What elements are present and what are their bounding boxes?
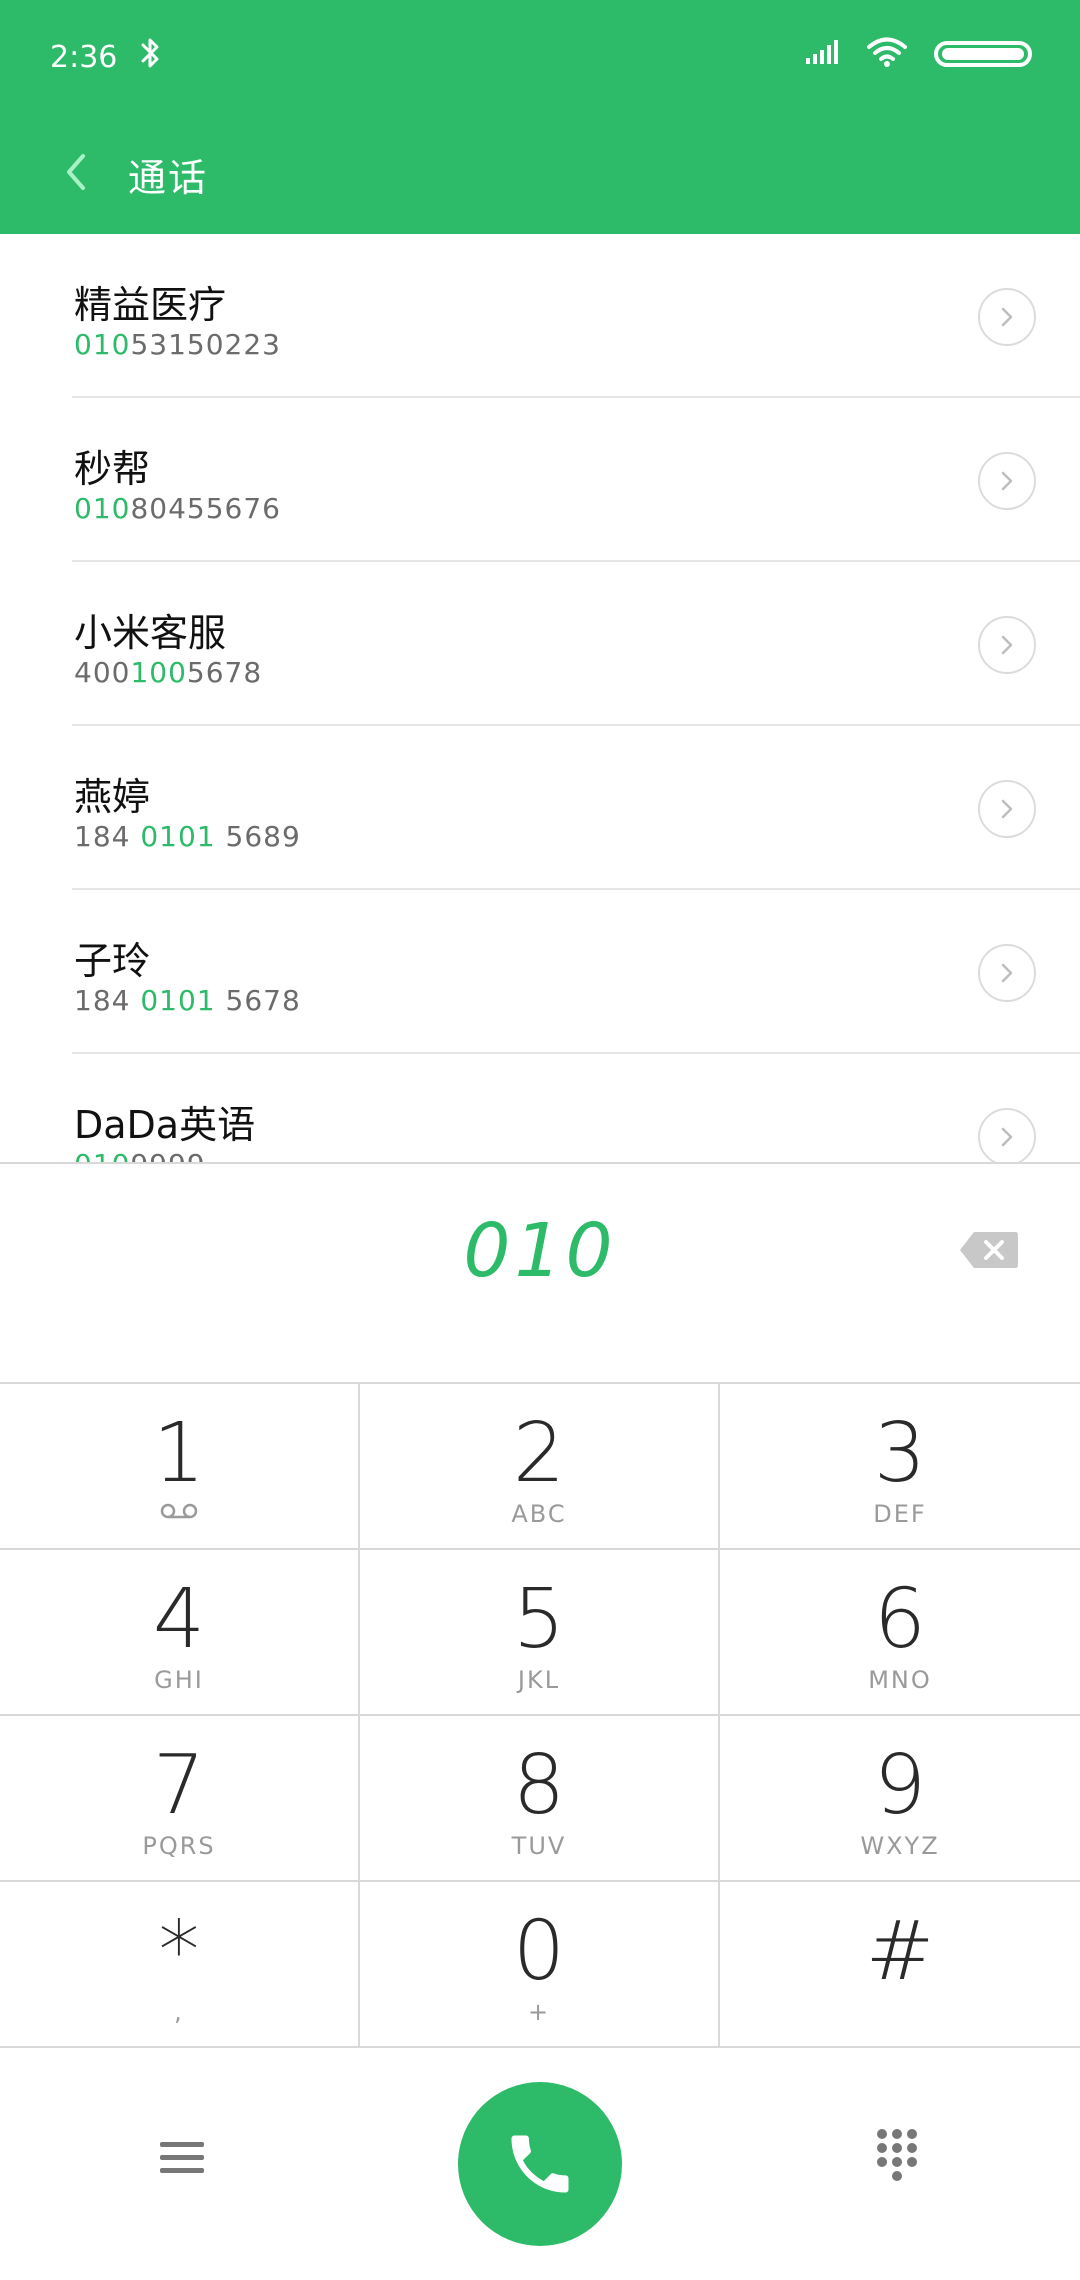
contact-number: 184 0101 5678	[74, 984, 301, 1017]
contact-row[interactable]: 秒帮 01080455676	[0, 398, 1080, 562]
contact-row[interactable]: 精益医疗 01053150223	[0, 234, 1080, 398]
contact-detail-button[interactable]	[978, 452, 1036, 510]
dialpad-icon	[877, 2129, 917, 2181]
back-chevron-icon	[63, 152, 89, 196]
key-digit: 6	[873, 1572, 927, 1667]
bluetooth-icon	[139, 36, 163, 78]
key-3[interactable]: 3 DEF	[720, 1384, 1080, 1550]
chevron-right-icon	[1001, 1127, 1013, 1147]
backspace-button[interactable]	[958, 1228, 1020, 1272]
contact-row[interactable]: DaDa英语 0109999	[0, 1054, 1080, 1164]
key-digit: 5	[512, 1572, 566, 1667]
menu-icon	[160, 2142, 204, 2173]
contact-number: 184 0101 5689	[74, 820, 301, 853]
key-digit: 9	[873, 1738, 927, 1833]
key-star[interactable]: * ,	[0, 1882, 360, 2048]
phone-icon	[511, 2135, 569, 2193]
key-0[interactable]: 0 +	[360, 1882, 720, 2048]
key-2[interactable]: 2 ABC	[360, 1384, 720, 1550]
key-digit: 3	[873, 1406, 927, 1501]
key-digit: 8	[512, 1738, 566, 1833]
key-letters: ABC	[511, 1500, 567, 1528]
key-letters: MNO	[868, 1666, 932, 1694]
dialpad: 1 2 ABC 3 DEF 4 GHI 5 JKL 6 MNO 7 PQRS 8…	[0, 1384, 1080, 2048]
chevron-right-icon	[1001, 635, 1013, 655]
contact-name: 秒帮	[74, 447, 151, 491]
menu-button[interactable]	[160, 2138, 204, 2178]
key-digit: 4	[152, 1572, 206, 1667]
bottom-action-bar	[0, 2048, 1080, 2280]
contact-row[interactable]: 燕婷 184 0101 5689	[0, 726, 1080, 890]
contact-detail-button[interactable]	[978, 1108, 1036, 1164]
contact-name: 小米客服	[74, 611, 227, 655]
key-7[interactable]: 7 PQRS	[0, 1716, 360, 1882]
key-4[interactable]: 4 GHI	[0, 1550, 360, 1716]
contact-detail-button[interactable]	[978, 780, 1036, 838]
call-button[interactable]	[458, 2082, 622, 2246]
key-digit: 2	[512, 1406, 566, 1501]
chevron-right-icon	[1001, 471, 1013, 491]
contact-name: 精益医疗	[74, 283, 227, 327]
contact-number: 4001005678	[74, 656, 263, 689]
key-letters: +	[527, 1998, 551, 2026]
app-header: 2:36 通话	[0, 0, 1080, 234]
key-digit: 7	[152, 1738, 206, 1833]
contact-detail-button[interactable]	[978, 944, 1036, 1002]
battery-icon	[934, 41, 1032, 67]
key-9[interactable]: 9 WXYZ	[720, 1716, 1080, 1882]
chevron-right-icon	[1001, 963, 1013, 983]
key-digit: *	[158, 1904, 200, 1999]
status-bar: 2:36	[0, 0, 1080, 116]
chevron-right-icon	[1001, 307, 1013, 327]
contact-name: 燕婷	[74, 775, 151, 819]
contact-row[interactable]: 小米客服 4001005678	[0, 562, 1080, 726]
key-digit: #	[865, 1904, 935, 1999]
key-letters: ,	[174, 1998, 184, 2026]
key-8[interactable]: 8 TUV	[360, 1716, 720, 1882]
contact-number: 01080455676	[74, 492, 281, 525]
key-letters: JKL	[517, 1666, 561, 1694]
signal-icon	[804, 38, 840, 70]
contact-detail-button[interactable]	[978, 288, 1036, 346]
key-letters: PQRS	[142, 1832, 216, 1860]
chevron-right-icon	[1001, 799, 1013, 819]
dialpad-toggle-button[interactable]	[874, 2126, 920, 2188]
key-letters: TUV	[511, 1832, 567, 1860]
key-digit: 0	[512, 1904, 566, 1999]
backspace-icon	[960, 1232, 1018, 1268]
dialed-number: 010	[463, 1208, 617, 1294]
wifi-icon	[866, 36, 908, 72]
contact-name: DaDa英语	[74, 1103, 256, 1147]
status-time: 2:36	[50, 39, 118, 75]
key-letters: GHI	[154, 1666, 204, 1694]
back-button[interactable]	[36, 134, 116, 214]
key-hash[interactable]: #	[720, 1882, 1080, 2048]
contact-suggestion-list[interactable]: 精益医疗 01053150223 秒帮 01080455676 小米客服 400…	[0, 234, 1080, 1164]
key-letters: WXYZ	[860, 1832, 940, 1860]
key-letters: DEF	[873, 1500, 927, 1528]
key-digit: 1	[152, 1406, 206, 1501]
dialed-number-display: 010	[0, 1162, 1080, 1384]
key-6[interactable]: 6 MNO	[720, 1550, 1080, 1716]
contact-row[interactable]: 子玲 184 0101 5678	[0, 890, 1080, 1054]
contact-name: 子玲	[74, 939, 151, 983]
page-title: 通话	[128, 155, 209, 200]
key-1[interactable]: 1	[0, 1384, 360, 1550]
key-5[interactable]: 5 JKL	[360, 1550, 720, 1716]
voicemail-icon	[160, 1503, 198, 1519]
contact-detail-button[interactable]	[978, 616, 1036, 674]
contact-number: 01053150223	[74, 328, 281, 361]
